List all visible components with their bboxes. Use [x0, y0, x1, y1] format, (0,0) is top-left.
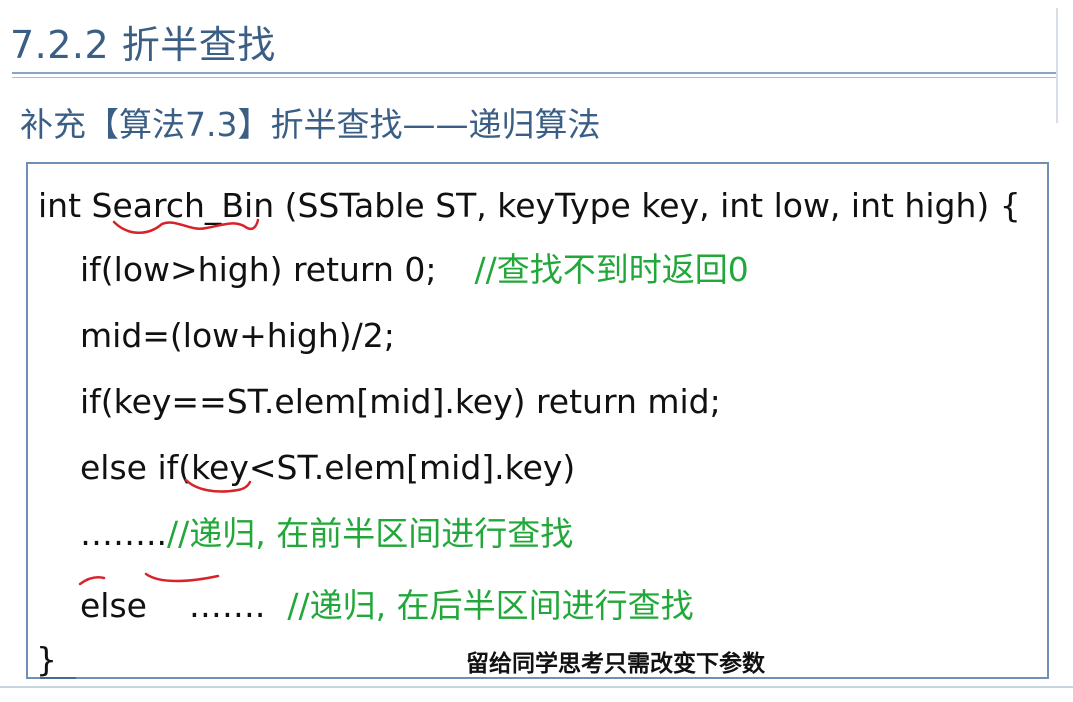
code-text: if(low>high) return 0; — [80, 250, 437, 289]
code-line-signature: int Search_Bin (SSTable ST, keyType key,… — [38, 186, 1021, 225]
code-line-else-if: else if(key<ST.elem[mid].key) — [80, 448, 576, 487]
code-line-recurse-low: ……..//递归, 在前半区间进行查找 — [80, 514, 573, 554]
code-line-match: if(key==ST.elem[mid].key) return mid; — [80, 382, 721, 421]
code-comment: //递归, 在前半区间进行查找 — [166, 514, 574, 553]
scrollbar-track[interactable] — [1056, 8, 1058, 123]
code-line-base-case: if(low>high) return 0; //查找不到时返回0 — [80, 250, 749, 290]
code-line-recurse-high: else ……. //递归, 在后半区间进行查找 — [80, 586, 694, 626]
code-comment: //查找不到时返回0 — [474, 250, 749, 289]
code-text: else ……. — [80, 586, 266, 625]
title-divider — [12, 72, 1057, 74]
code-text: …….. — [80, 514, 167, 553]
code-line-close: } — [36, 640, 57, 679]
code-comment: //递归, 在后半区间进行查找 — [287, 586, 694, 625]
code-line-mid: mid=(low+high)/2; — [80, 316, 395, 355]
title-divider-thin — [12, 77, 1057, 78]
slide-subtitle: 补充【算法7.3】折半查找——递归算法 — [20, 105, 601, 144]
teacher-note: 留给同学思考只需改变下参数 — [466, 651, 765, 677]
bottom-divider — [0, 686, 1073, 688]
slide-title: 7.2.2 折半查找 — [10, 23, 276, 67]
